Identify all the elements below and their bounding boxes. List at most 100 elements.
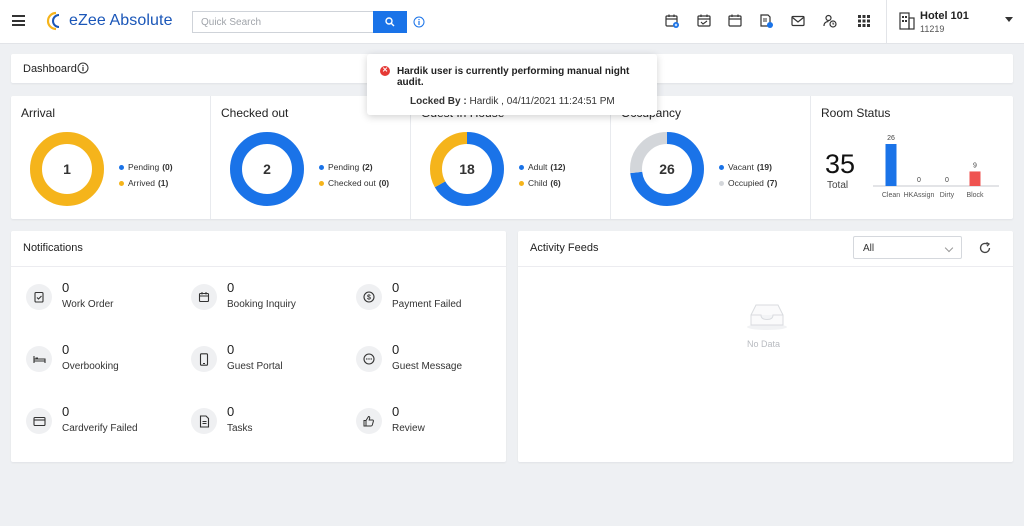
legend-item: Child (6) (519, 175, 566, 191)
notification-count: 0 (392, 280, 400, 295)
empty-state-text: No Data (747, 339, 781, 349)
notification-guest-message[interactable]: 0 Guest Message (356, 342, 516, 382)
notification-label: Tasks (227, 423, 253, 434)
menu-icon[interactable] (12, 15, 25, 26)
legend-item: Vacant (19) (719, 159, 777, 175)
building-icon (899, 12, 915, 30)
notification-payment-failed[interactable]: $ 0 Payment Failed (356, 280, 516, 320)
legend-dot (119, 180, 124, 186)
document-icon (191, 408, 217, 434)
notification-label: Payment Failed (392, 299, 462, 310)
legend-dot (119, 164, 124, 170)
legend-value: (7) (766, 178, 778, 188)
notification-review[interactable]: 0 Review (356, 404, 516, 444)
legend-label: Pending (328, 162, 360, 172)
legend-label: Pending (128, 162, 160, 172)
app-logo[interactable]: eZee Absolute (46, 11, 173, 31)
room-total-value: 35 (824, 149, 856, 179)
legend-item: Pending (2) (319, 159, 389, 175)
notification-count: 0 (392, 404, 400, 419)
error-icon[interactable]: ✕ (380, 66, 390, 76)
clipboard-check-icon (26, 284, 52, 310)
bar-value-label: 26 (887, 135, 895, 142)
bar-block (969, 171, 981, 186)
hotel-code: 11219 (920, 24, 945, 34)
info-icon[interactable] (77, 62, 89, 74)
search-icon (385, 17, 395, 27)
bed-icon (26, 346, 52, 372)
apps-grid-icon[interactable] (856, 13, 872, 29)
room-total-label: Total (827, 180, 849, 191)
legend: Pending (0) Arrived (1) (119, 159, 173, 191)
chevron-down-icon (944, 243, 954, 253)
divider (11, 266, 506, 267)
notification-overbooking[interactable]: 0 Overbooking (26, 342, 186, 382)
credit-card-icon (26, 408, 52, 434)
legend-value: (6) (550, 178, 561, 188)
legend-value: (2) (362, 162, 373, 172)
calendar-icon (191, 284, 217, 310)
notification-label: Guest Message (392, 361, 463, 372)
document-settings-icon[interactable] (758, 13, 774, 29)
category-label: HKAssign (904, 192, 935, 199)
legend: Vacant (19) Occupied (7) (719, 159, 777, 191)
category-label: Block (966, 192, 984, 199)
panel-title: Activity Feeds (530, 242, 599, 254)
calendar-icon[interactable] (727, 13, 743, 29)
legend-label: Occupied (728, 178, 764, 188)
info-icon[interactable] (413, 16, 425, 28)
notification-label: Booking Inquiry (227, 299, 296, 310)
notification-count: 0 (62, 404, 70, 419)
notification-guest-portal[interactable]: 0 Guest Portal (191, 342, 351, 382)
notification-count: 0 (392, 342, 400, 357)
checked-out-total: 2 (263, 161, 271, 177)
activity-filter-select[interactable]: All (853, 236, 962, 259)
activity-feeds-panel: Activity Feeds All No Data (518, 231, 1013, 462)
card-title: Room Status (821, 106, 891, 120)
search-button[interactable] (373, 11, 407, 33)
legend-label: Child (528, 178, 548, 188)
calendar-add-icon[interactable] (664, 13, 680, 29)
toast-locked-by: Locked By : Hardik , 04/11/2021 11:24:51… (410, 96, 615, 107)
legend-label: Vacant (728, 162, 754, 172)
chevron-down-icon (1005, 17, 1013, 22)
notification-count: 0 (227, 280, 235, 295)
notification-count: 0 (62, 342, 70, 357)
legend-dot (319, 164, 324, 170)
chat-dots-icon (356, 346, 382, 372)
bar-clean (885, 144, 897, 186)
legend-item: Checked out (0) (319, 175, 389, 191)
notification-booking-inquiry[interactable]: 0 Booking Inquiry (191, 280, 351, 320)
notification-label: Guest Portal (227, 361, 283, 372)
refresh-icon[interactable] (978, 241, 992, 255)
hotel-selector[interactable]: Hotel 101 11219 (886, 0, 1024, 44)
locked-by-label: Locked By : (410, 96, 467, 107)
divider (518, 266, 1013, 267)
notification-label: Overbooking (62, 361, 119, 372)
night-audit-toast: ✕ Hardik user is currently performing ma… (367, 54, 657, 115)
legend-value: (12) (550, 162, 566, 172)
category-label: Clean (882, 192, 900, 199)
mail-icon[interactable] (790, 13, 806, 29)
bar-value-label: 0 (945, 177, 949, 184)
legend-label: Checked out (328, 178, 376, 188)
dollar-circle-icon: $ (356, 284, 382, 310)
legend-item: Adult (12) (519, 159, 566, 175)
notification-work-order[interactable]: 0 Work Order (26, 280, 186, 320)
category-label: Dirty (940, 192, 955, 199)
notification-label: Cardverify Failed (62, 423, 138, 434)
legend-value: (1) (157, 178, 169, 188)
hotel-name: Hotel 101 (920, 10, 969, 22)
calendar-check-icon[interactable] (696, 13, 712, 29)
room-status-card[interactable]: Room Status 35 Total 26 Clean 0 HKAssign 0 Di… (811, 96, 1013, 219)
svg-text:$: $ (367, 295, 371, 302)
notification-count: 0 (227, 342, 235, 357)
arrival-card[interactable]: Arrival 1 Pending (0) Arrived (1) (11, 96, 211, 219)
notification-tasks[interactable]: 0 Tasks (191, 404, 351, 444)
thumbs-up-icon (356, 408, 382, 434)
notification-cardverify-failed[interactable]: 0 Cardverify Failed (26, 404, 186, 444)
quick-search-input[interactable] (192, 11, 374, 33)
legend-dot (519, 180, 524, 186)
locked-by-value: Hardik , 04/11/2021 11:24:51 PM (466, 96, 615, 107)
user-clock-icon[interactable] (822, 13, 838, 29)
